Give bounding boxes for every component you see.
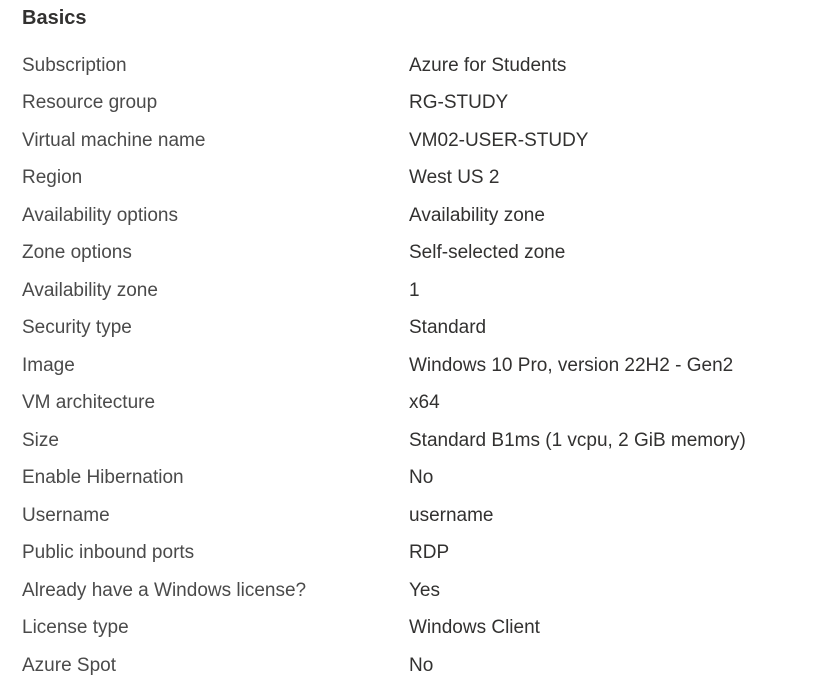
row-value: Windows Client [409, 617, 540, 639]
row-label: Image [22, 354, 75, 376]
summary-row-availability-options: Availability options Availability zone [22, 197, 812, 235]
summary-row-public-inbound-ports: Public inbound ports RDP [22, 535, 812, 573]
row-label: Public inbound ports [22, 542, 195, 564]
row-value: No [409, 654, 434, 676]
summary-row-security-type: Security type Standard [22, 310, 812, 348]
summary-row-vm-architecture: VM architecture x64 [22, 385, 812, 423]
row-label: Azure Spot [22, 654, 116, 676]
row-value: Standard [409, 317, 487, 339]
summary-row-license-type: License type Windows Client [22, 610, 812, 648]
summary-list: Subscription Azure for Students Resource… [22, 47, 812, 685]
row-label: Zone options [22, 242, 132, 264]
summary-row-size: Size Standard B1ms (1 vcpu, 2 GiB memory… [22, 422, 812, 460]
row-label: Already have a Windows license? [22, 579, 307, 601]
row-value: Standard B1ms (1 vcpu, 2 GiB memory) [409, 429, 746, 451]
summary-row-image: Image Windows 10 Pro, version 22H2 - Gen… [22, 347, 812, 385]
row-label: Resource group [22, 92, 158, 114]
summary-row-virtual-machine-name: Virtual machine name VM02-USER-STUDY [22, 122, 812, 160]
row-label: Subscription [22, 54, 127, 76]
row-label: Virtual machine name [22, 129, 206, 151]
row-label: Availability zone [22, 279, 158, 301]
row-value: username [409, 504, 494, 526]
summary-row-enable-hibernation: Enable Hibernation No [22, 460, 812, 498]
summary-row-availability-zone: Availability zone 1 [22, 272, 812, 310]
summary-row-subscription: Subscription Azure for Students [22, 47, 812, 85]
summary-row-username: Username username [22, 497, 812, 535]
row-value: Windows 10 Pro, version 22H2 - Gen2 [409, 354, 734, 376]
row-value: x64 [409, 392, 440, 414]
row-label: License type [22, 617, 129, 639]
row-label: Username [22, 504, 110, 526]
row-value: VM02-USER-STUDY [409, 129, 589, 151]
row-value: Yes [409, 579, 440, 601]
row-value: Azure for Students [409, 54, 567, 76]
summary-row-azure-spot: Azure Spot No [22, 647, 812, 685]
row-label: Availability options [22, 204, 178, 226]
summary-row-windows-license: Already have a Windows license? Yes [22, 572, 812, 610]
summary-row-zone-options: Zone options Self-selected zone [22, 235, 812, 273]
row-value: Availability zone [409, 204, 545, 226]
row-label: Security type [22, 317, 132, 339]
row-value: Self-selected zone [409, 242, 566, 264]
row-value: RG-STUDY [409, 92, 509, 114]
summary-row-region: Region West US 2 [22, 160, 812, 198]
row-label: Size [22, 429, 59, 451]
row-value: 1 [409, 279, 420, 301]
row-label: Region [22, 167, 83, 189]
summary-row-resource-group: Resource group RG-STUDY [22, 85, 812, 123]
row-value: West US 2 [409, 167, 500, 189]
row-label: Enable Hibernation [22, 467, 184, 489]
row-label: VM architecture [22, 392, 156, 414]
row-value: RDP [409, 542, 450, 564]
row-value: No [409, 467, 434, 489]
section-title: Basics [22, 7, 87, 29]
